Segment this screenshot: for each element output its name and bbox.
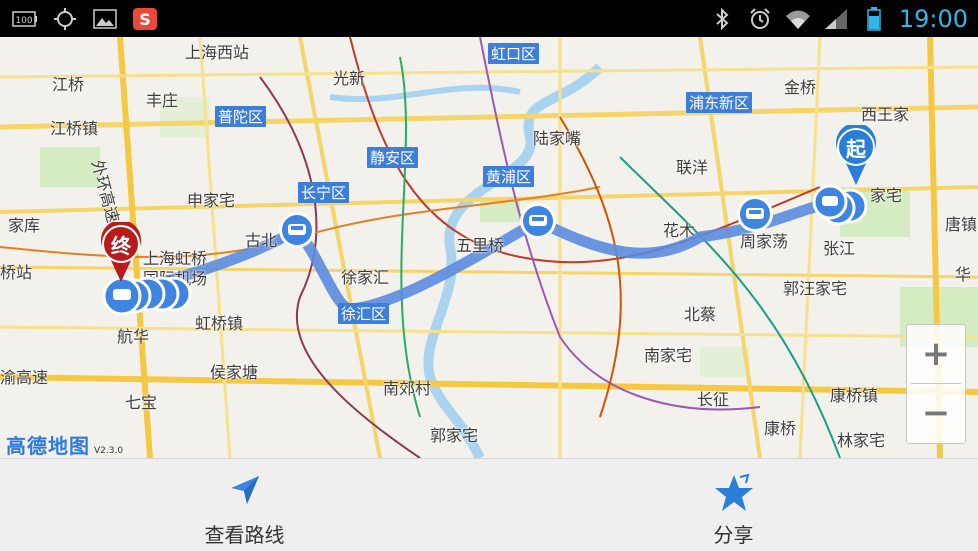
battery-level-icon: 100 bbox=[12, 8, 38, 30]
map-label: 金桥 bbox=[784, 78, 817, 97]
car-marker-icon[interactable] bbox=[277, 210, 317, 250]
map-label: 徐家汇 bbox=[341, 268, 390, 287]
svg-text:S: S bbox=[139, 10, 151, 29]
district-label: 虹口区 bbox=[488, 43, 540, 64]
map-label: 虹桥镇 bbox=[195, 314, 244, 333]
share-label: 分享 bbox=[713, 523, 754, 547]
map-label: 桥站 bbox=[0, 263, 33, 282]
district-label: 徐汇区 bbox=[338, 303, 390, 324]
map-label: 郭汪家宅 bbox=[783, 279, 848, 298]
map-label: 七宝 bbox=[125, 393, 158, 412]
map-label: 上海西站 bbox=[185, 43, 250, 62]
share-star-icon bbox=[714, 473, 753, 511]
map-label: 古北 bbox=[245, 231, 278, 250]
zoom-in-button[interactable]: + bbox=[907, 325, 965, 383]
car-marker-cluster-icon[interactable] bbox=[810, 182, 870, 228]
status-right-icons: 19:00 bbox=[709, 4, 968, 33]
start-marker-label: 起 bbox=[846, 137, 866, 161]
map-label: 张江 bbox=[823, 239, 856, 258]
car-marker-icon[interactable] bbox=[518, 201, 558, 241]
map-label: 唐镇 bbox=[945, 215, 978, 234]
amap-logo: 高德地图 bbox=[6, 434, 90, 458]
status-bar: 100 S 19:00 bbox=[0, 0, 978, 37]
map-watermark: 高德地图 V2.3.0 bbox=[6, 430, 123, 458]
map-label: 南郊村 bbox=[383, 379, 432, 398]
send-arrow-icon bbox=[230, 476, 259, 504]
map-label: 林家宅 bbox=[837, 431, 886, 450]
map-label: 康桥镇 bbox=[830, 386, 879, 405]
map-version: V2.3.0 bbox=[94, 446, 124, 456]
map-label: 联洋 bbox=[676, 158, 709, 177]
map-label: 康桥 bbox=[764, 419, 797, 438]
map-label: 陆家嘴 bbox=[533, 129, 582, 148]
map-label: 华 bbox=[955, 265, 972, 284]
view-route-label: 查看路线 bbox=[204, 523, 285, 547]
car-marker-icon[interactable] bbox=[735, 194, 775, 234]
start-marker[interactable]: 起 bbox=[834, 125, 878, 187]
alarm-icon bbox=[747, 7, 773, 30]
map-label: 郭家宅 bbox=[430, 426, 479, 445]
wifi-icon bbox=[785, 8, 811, 30]
gallery-icon bbox=[92, 8, 118, 30]
map-view[interactable]: 上海西站 光新 虹口区 江桥 丰庄 江桥镇 普陀区 陆家嘴 浦东新区 金桥 西王… bbox=[0, 37, 978, 458]
map-label: 南家宅 bbox=[644, 346, 693, 365]
sogou-input-icon: S bbox=[132, 7, 158, 30]
map-label: 侯家塘 bbox=[210, 363, 259, 382]
map-label: 江桥 bbox=[52, 75, 85, 94]
location-target-icon bbox=[52, 7, 78, 30]
clock: 19:00 bbox=[898, 4, 968, 33]
map-label: 丰庄 bbox=[146, 91, 179, 110]
map-label: 光新 bbox=[333, 69, 366, 88]
map-label: 长征 bbox=[697, 390, 730, 409]
zoom-out-button[interactable]: − bbox=[907, 384, 965, 442]
map-label: 花木 bbox=[663, 221, 696, 240]
map-label: 北蔡 bbox=[684, 305, 717, 324]
end-marker-label: 终 bbox=[111, 234, 131, 258]
map-label: 渝高速 bbox=[0, 368, 49, 387]
map-label: 航华 bbox=[117, 327, 150, 346]
map-label: 家库 bbox=[8, 216, 41, 235]
end-marker[interactable]: 终 bbox=[99, 222, 143, 284]
signal-icon bbox=[823, 8, 849, 30]
district-label: 浦东新区 bbox=[686, 92, 753, 113]
status-left-icons: 100 S bbox=[12, 6, 158, 31]
district-label: 普陀区 bbox=[215, 106, 267, 127]
battery-level-badge: 100 bbox=[15, 16, 32, 26]
view-route-button[interactable]: 查看路线 bbox=[0, 459, 489, 551]
zoom-control: + − bbox=[906, 324, 966, 444]
map-label: 五里桥 bbox=[456, 236, 505, 255]
district-label: 静安区 bbox=[367, 147, 419, 168]
share-button[interactable]: 分享 bbox=[489, 459, 978, 551]
map-label: 申家宅 bbox=[187, 191, 236, 210]
battery-icon bbox=[861, 6, 887, 31]
district-label: 长宁区 bbox=[298, 182, 350, 203]
bluetooth-icon bbox=[709, 7, 735, 30]
bottom-action-bar: 查看路线 分享 bbox=[0, 458, 978, 551]
map-label: 江桥镇 bbox=[50, 119, 99, 138]
district-label: 黄浦区 bbox=[483, 166, 535, 187]
map-label: 西王家 bbox=[861, 105, 910, 124]
